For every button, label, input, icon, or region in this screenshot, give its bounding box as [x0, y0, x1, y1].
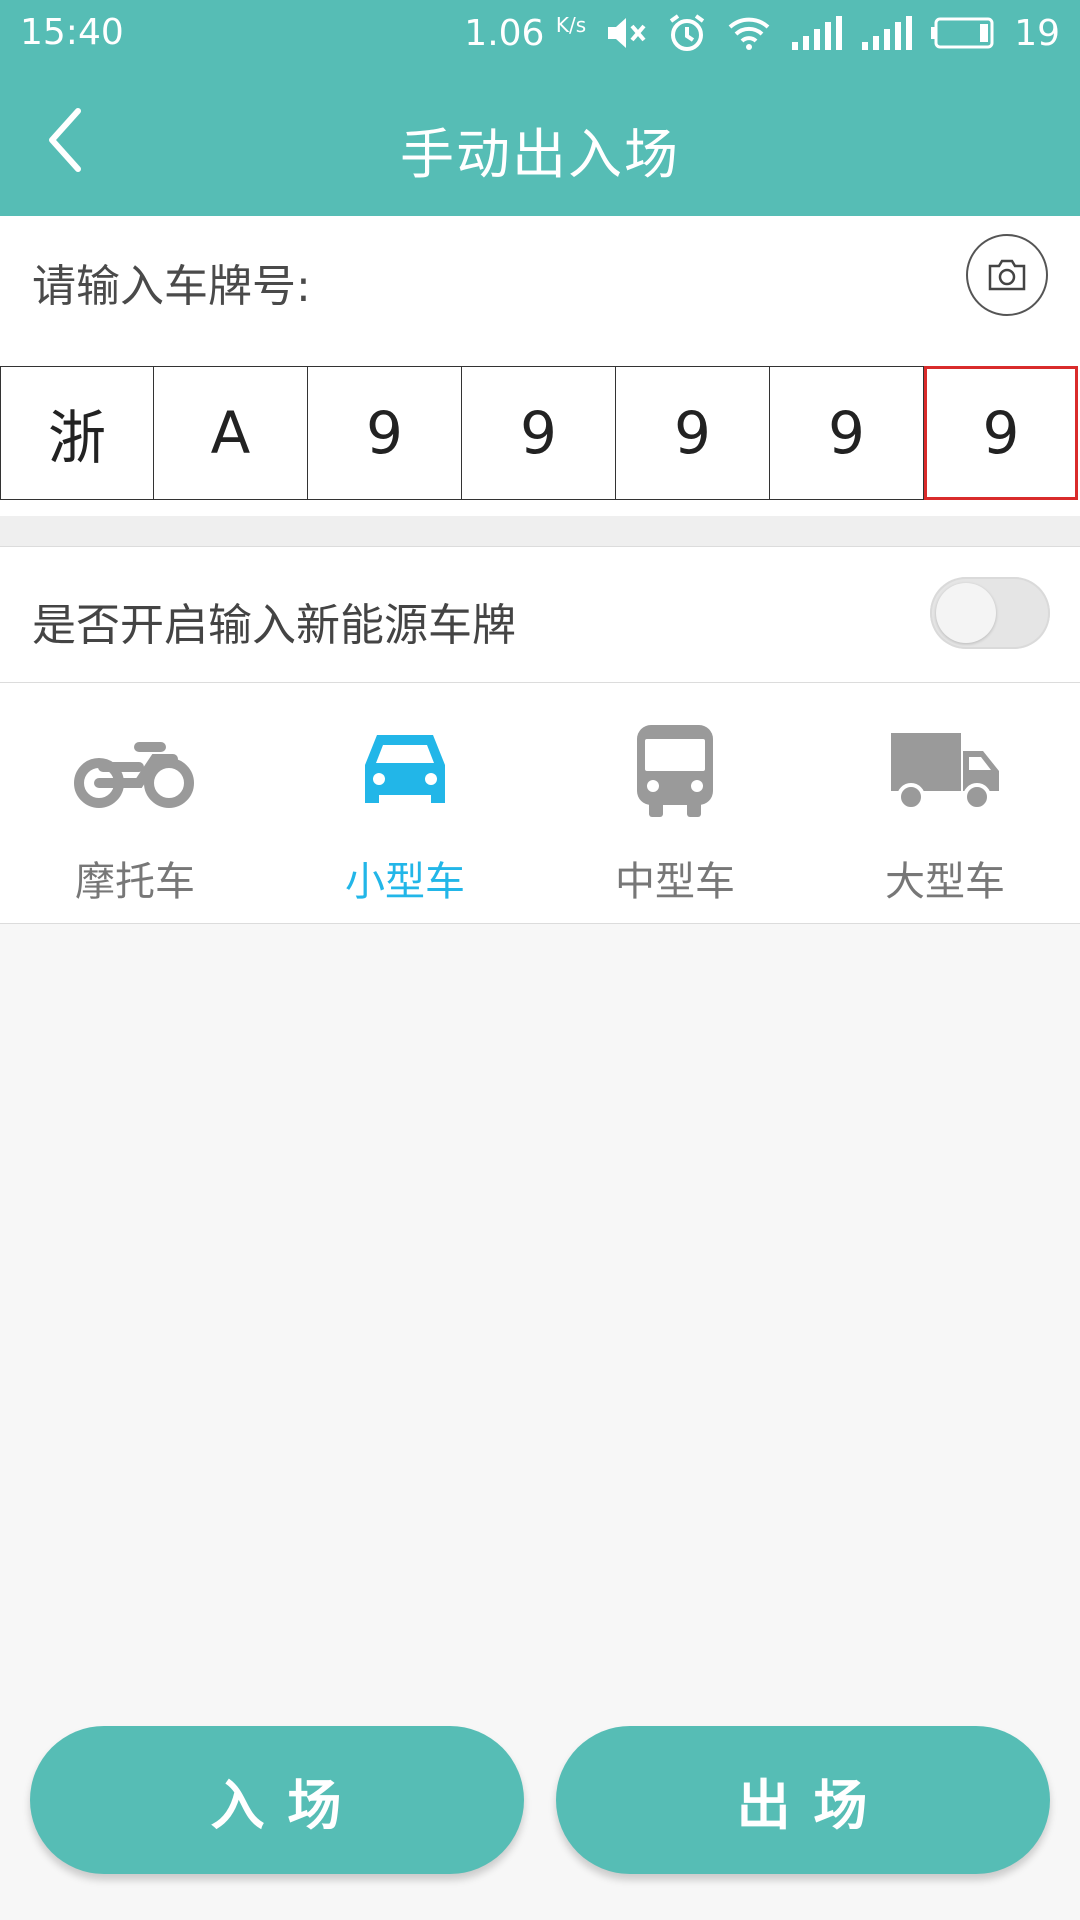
page-title: 手动出入场 [400, 123, 680, 186]
new-energy-toggle[interactable] [930, 577, 1050, 649]
battery-level: 19 [1014, 12, 1060, 54]
plate-char-letter[interactable]: A [154, 366, 308, 500]
header: 手动出入场 [0, 66, 1080, 216]
status-bar: 15:40 1.06 K/s 19 [0, 0, 1080, 66]
bus-icon [610, 721, 740, 821]
vehicle-type-motorcycle[interactable]: 摩托车 [0, 683, 270, 923]
plate-char-3[interactable]: 9 [308, 366, 462, 500]
exit-button[interactable]: 出 场 [556, 1726, 1050, 1874]
vehicle-type-selector: 摩托车 小型车 中型车 大型车 [0, 683, 1080, 924]
vehicle-type-large-car[interactable]: 大型车 [810, 683, 1080, 923]
alarm-icon [670, 14, 705, 51]
enter-button[interactable]: 入 场 [30, 1726, 524, 1874]
camera-icon [988, 259, 1026, 291]
status-time: 15:40 [20, 12, 124, 53]
section-divider [0, 516, 1080, 547]
car-icon [340, 721, 470, 821]
vehicle-type-label: 大型车 [885, 859, 1005, 905]
plate-char-5[interactable]: 9 [616, 366, 770, 500]
plate-char-province[interactable]: 浙 [0, 366, 154, 500]
new-energy-row: 是否开启输入新能源车牌 [0, 547, 1080, 683]
signal-icon [792, 16, 843, 50]
motorcycle-icon [70, 721, 200, 821]
signal-4g-icon [862, 16, 913, 50]
network-speed-value: 1.06 [464, 12, 545, 54]
wifi-icon [728, 17, 770, 50]
toggle-knob [936, 583, 996, 643]
truck-icon [880, 721, 1010, 821]
mute-icon [608, 18, 646, 48]
plate-char-row: 浙 A 9 9 9 9 9 [0, 366, 1080, 500]
vehicle-type-label: 摩托车 [75, 859, 195, 905]
vehicle-type-label: 小型车 [345, 859, 465, 905]
plate-input-section: 请输入车牌号: 浙 A 9 9 9 9 9 [0, 216, 1080, 516]
new-energy-label: 是否开启输入新能源车牌 [32, 600, 516, 651]
status-icons: 1.06 K/s 19 [464, 10, 1060, 56]
vehicle-type-label: 中型车 [615, 859, 735, 905]
network-speed-unit: K/s [555, 12, 587, 37]
plate-char-7-active[interactable]: 9 [924, 366, 1078, 500]
network-speed: 1.06 K/s [464, 13, 586, 54]
battery-icon [931, 17, 994, 49]
camera-button[interactable] [966, 234, 1048, 316]
plate-char-6[interactable]: 9 [770, 366, 924, 500]
plate-label: 请输入车牌号: [32, 261, 311, 312]
plate-char-4[interactable]: 9 [462, 366, 616, 500]
vehicle-type-medium-car[interactable]: 中型车 [540, 683, 810, 923]
vehicle-type-small-car[interactable]: 小型车 [270, 683, 540, 923]
